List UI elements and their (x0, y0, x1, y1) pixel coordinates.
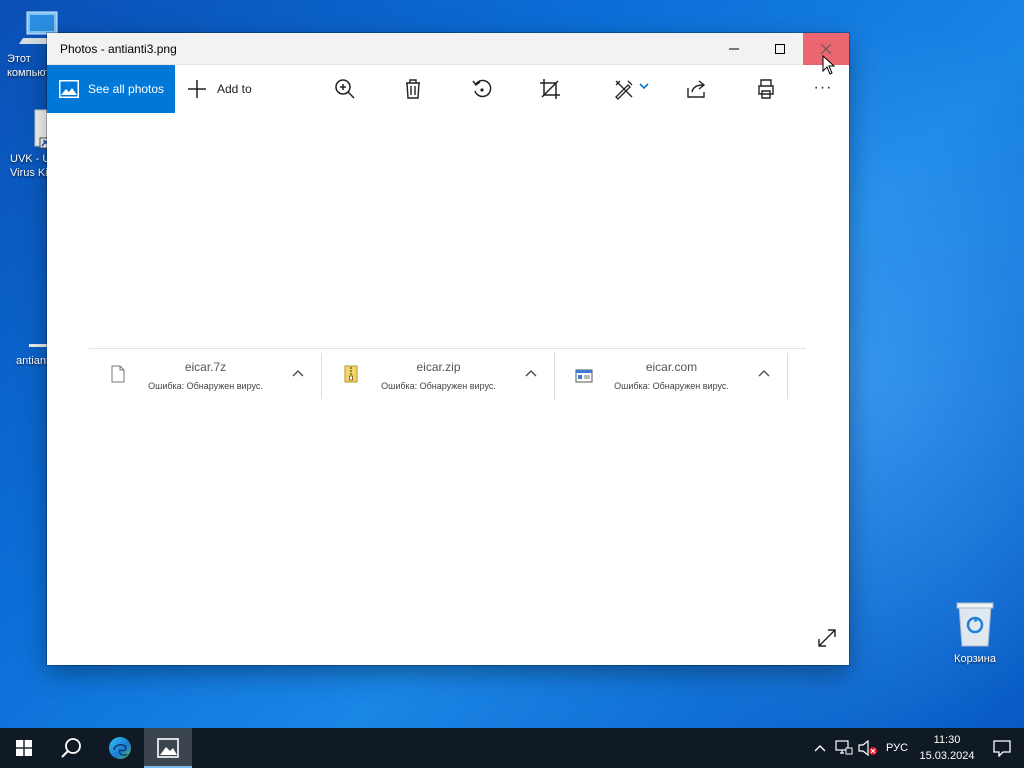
rotate-button[interactable] (470, 77, 494, 101)
download-file-name: eicar.com (645, 360, 698, 374)
clock-date: 15.03.2024 (919, 750, 975, 762)
trash-icon (406, 79, 420, 99)
minimize-button[interactable] (711, 33, 757, 65)
chevron-up-icon (525, 370, 537, 377)
see-all-photos-label: See all photos (88, 82, 165, 96)
search-button[interactable] (48, 728, 96, 768)
show-hidden-icons-button[interactable] (808, 744, 832, 752)
download-status: Ошибка: Обнаружен вирус. (614, 381, 729, 391)
zoom-button[interactable] (333, 77, 357, 101)
start-button[interactable] (0, 728, 48, 768)
download-file-name: eicar.zip (416, 360, 461, 374)
system-tray: РУС 11:30 15.03.2024 (808, 728, 1024, 768)
taskbar-photos[interactable] (144, 728, 192, 768)
chevron-down-icon (639, 83, 649, 90)
chevron-up-icon (292, 370, 304, 377)
close-icon (821, 44, 831, 54)
edge-browser-icon (109, 737, 131, 759)
more-options-button[interactable]: ··· (811, 77, 835, 101)
taskbar: РУС 11:30 15.03.2024 (0, 728, 1024, 768)
download-item: eicar.com Ошибка: Обнаружен вирус. (555, 353, 788, 399)
volume-button[interactable] (856, 740, 880, 756)
ellipsis-icon: ··· (813, 79, 833, 96)
photos-app-icon (157, 738, 179, 758)
download-item: eicar.zip Ошибка: Обнаружен вирус. (322, 353, 555, 399)
language-indicator[interactable]: РУС (880, 742, 914, 754)
full-screen-button[interactable] (817, 628, 837, 653)
edit-icon (615, 80, 633, 100)
taskbar-edge[interactable] (96, 728, 144, 768)
clock[interactable]: 11:30 15.03.2024 (914, 732, 980, 764)
zoom-in-icon (335, 79, 355, 99)
delete-button[interactable] (401, 77, 425, 101)
maximize-button[interactable] (757, 33, 803, 65)
divider (787, 353, 788, 399)
desktop-icon-label: Корзина (954, 653, 996, 665)
crop-button[interactable] (538, 77, 562, 101)
printer-icon (758, 79, 774, 99)
photos-icon (59, 80, 79, 98)
share-button[interactable] (685, 77, 709, 101)
chevron-up-icon (814, 745, 826, 752)
recycle-bin-icon (953, 600, 997, 648)
share-icon (687, 80, 706, 98)
desktop-icon-recycle-bin[interactable]: Корзина (940, 600, 1010, 666)
expand-icon (818, 629, 836, 647)
see-all-photos-button[interactable]: See all photos (47, 65, 175, 113)
image-content: eicar.7z Ошибка: Обнаружен вирус. eicar.… (89, 348, 806, 400)
network-button[interactable] (832, 740, 856, 756)
title-bar[interactable]: Photos - antianti3.png (47, 33, 849, 65)
search-icon (61, 738, 81, 758)
window-title: Photos - antianti3.png (60, 41, 177, 56)
download-item: eicar.7z Ошибка: Обнаружен вирус. (89, 353, 322, 399)
download-status: Ошибка: Обнаружен вирус. (381, 381, 496, 391)
network-icon (835, 740, 853, 755)
notifications-button[interactable] (980, 739, 1024, 757)
add-to-label: Add to (217, 82, 252, 96)
crop-icon (540, 79, 560, 99)
notification-icon (993, 740, 1011, 757)
edit-create-button[interactable] (609, 77, 653, 101)
clock-time: 11:30 (933, 734, 961, 746)
maximize-icon (775, 44, 785, 54)
windows-logo-icon (16, 740, 32, 756)
plus-icon (188, 80, 206, 98)
photos-toolbar: See all photos Add to ··· (47, 65, 849, 113)
download-file-name: eicar.7z (184, 360, 227, 374)
volume-muted-icon (858, 740, 877, 756)
photos-window: Photos - antianti3.png See all photos Ad… (47, 33, 849, 665)
mouse-cursor-icon (822, 55, 836, 75)
print-button[interactable] (754, 77, 778, 101)
minimize-icon (729, 48, 739, 50)
rotate-icon (472, 79, 492, 98)
chevron-up-icon (758, 370, 770, 377)
add-to-button[interactable]: Add to (187, 79, 252, 99)
download-status: Ошибка: Обнаружен вирус. (148, 381, 263, 391)
